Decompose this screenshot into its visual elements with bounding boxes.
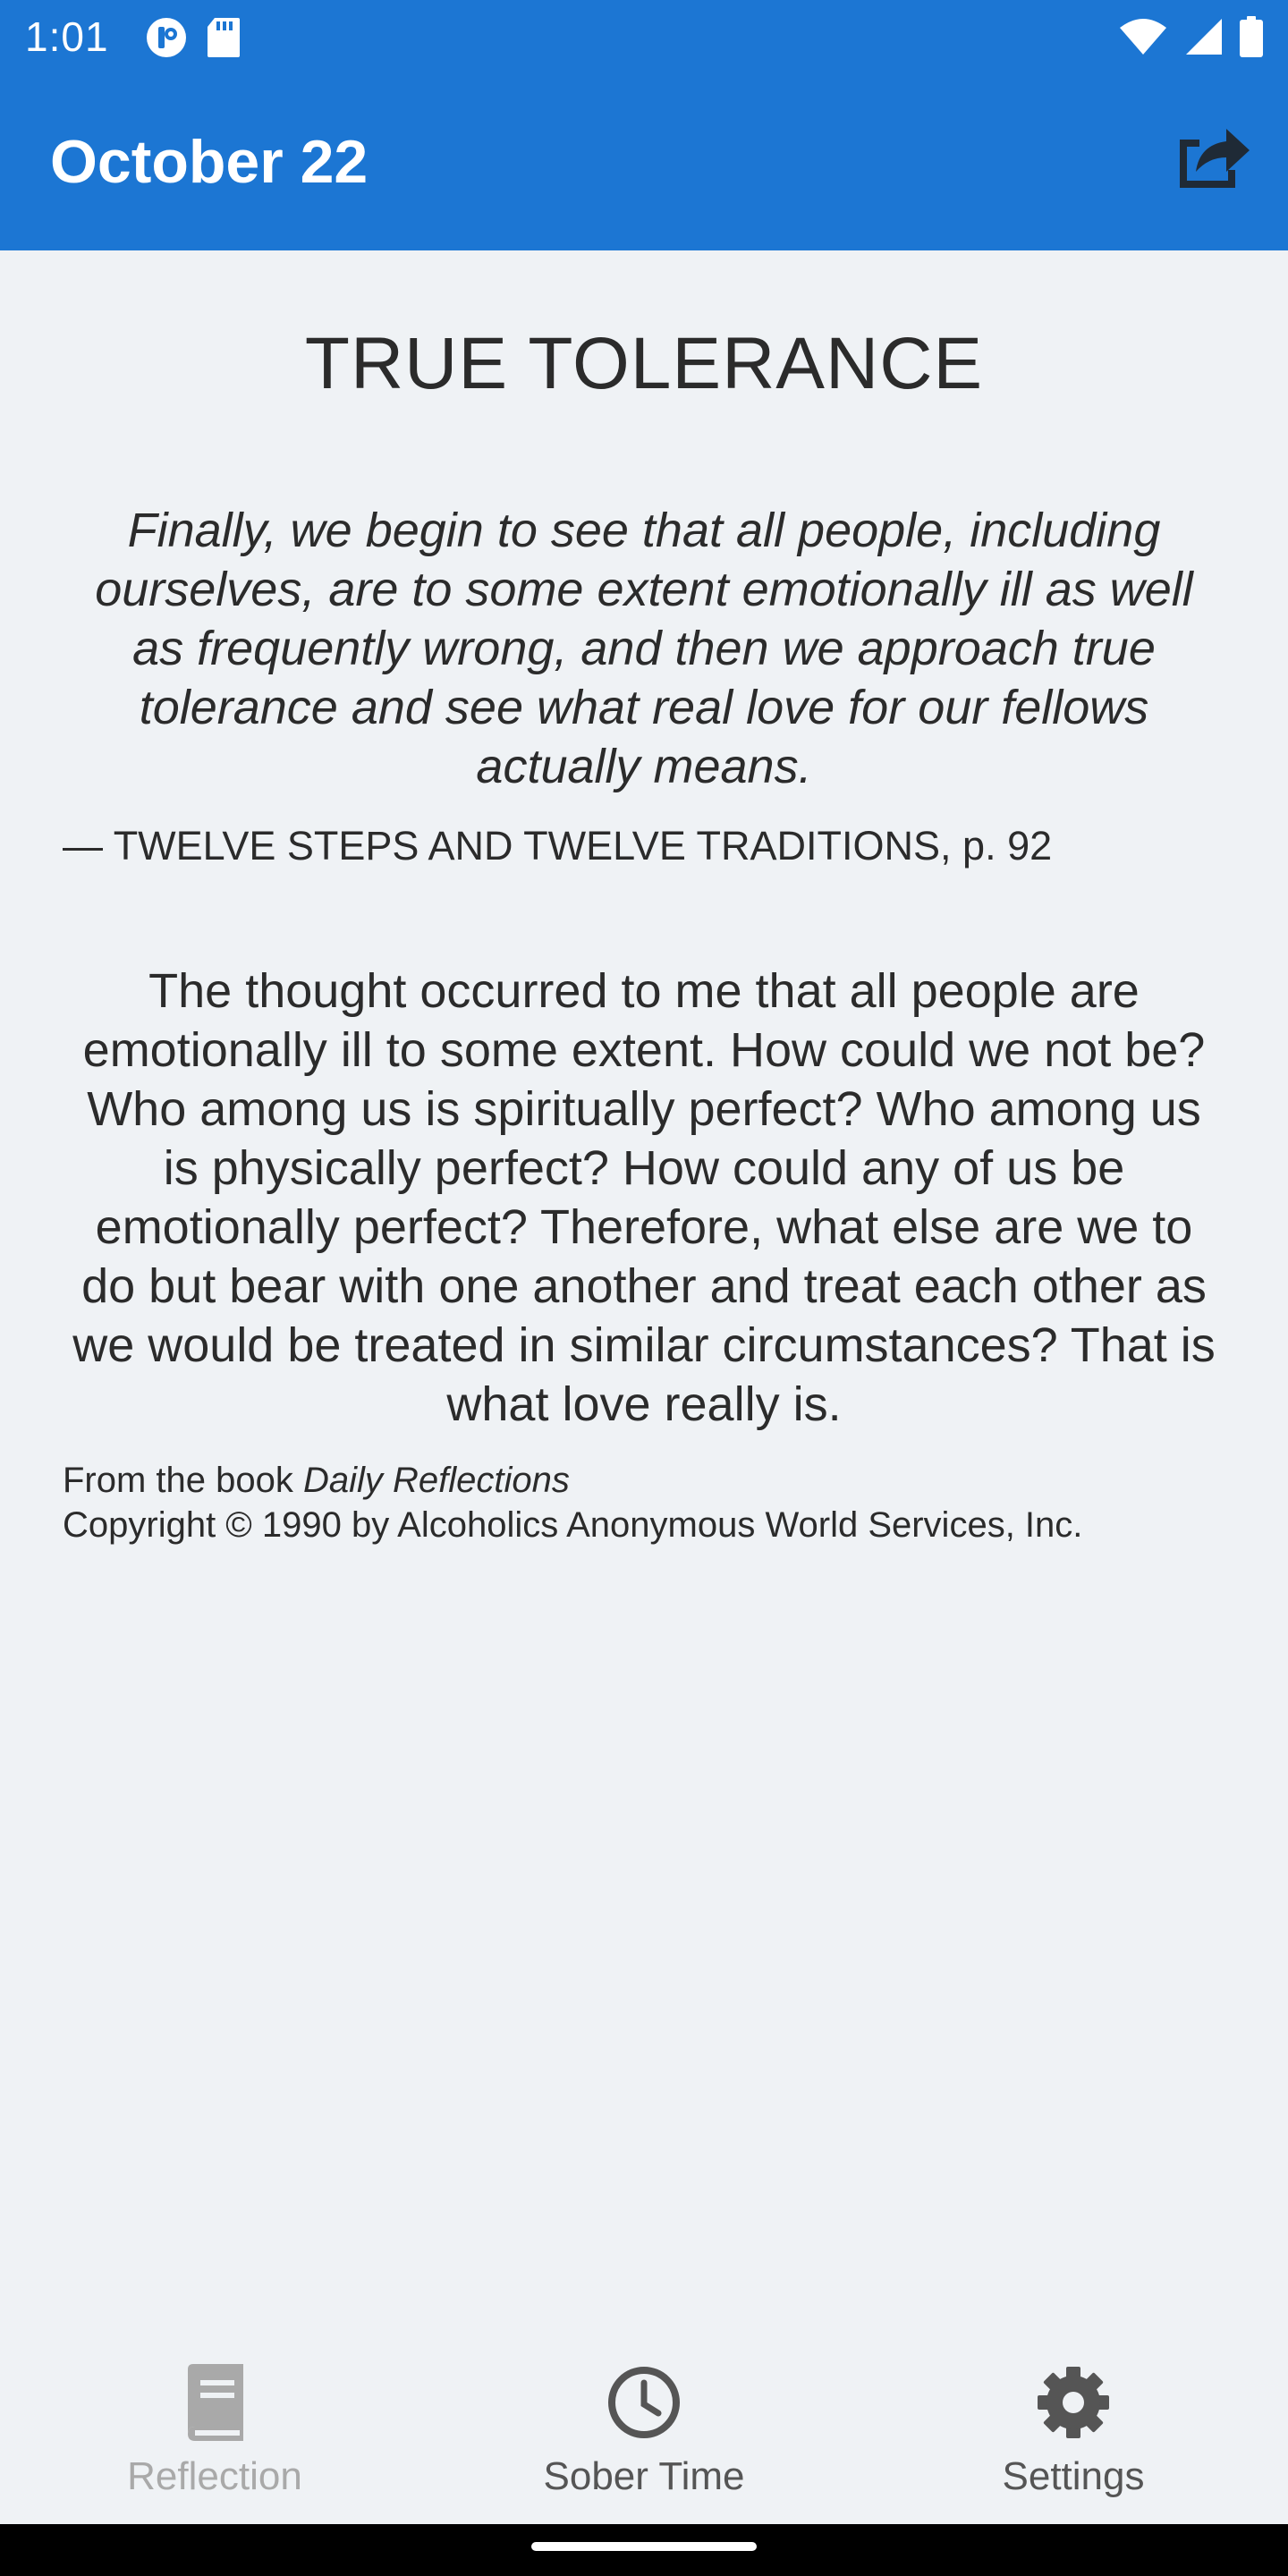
reflection-quote: Finally, we begin to see that all people… — [95, 504, 1193, 793]
app-bar: October 22 — [0, 72, 1288, 250]
nav-label-reflection: Reflection — [127, 2454, 302, 2498]
status-right-icons — [1118, 16, 1263, 62]
share-icon — [1173, 122, 1253, 198]
clock-icon — [606, 2365, 682, 2445]
quote-source: — TWELVE STEPS AND TWELVE TRADITIONS, p.… — [63, 823, 1053, 869]
nav-item-settings[interactable]: Settings — [859, 2361, 1288, 2513]
bottom-nav: Reflection Sober Time Settings — [0, 2326, 1288, 2522]
signal-icon — [1184, 17, 1224, 61]
notification-app-icon — [145, 16, 188, 64]
share-button[interactable] — [1170, 116, 1256, 202]
nav-label-sober-time: Sober Time — [543, 2454, 745, 2498]
reflection-title: TRUE TOLERANCE — [304, 323, 984, 404]
sd-card-icon — [206, 16, 242, 64]
home-gesture-handle[interactable] — [531, 2542, 757, 2551]
status-left-icons — [145, 16, 242, 64]
from-prefix: From the book — [63, 1461, 304, 1500]
book-attribution: From the book Daily Reflections — [63, 1458, 1243, 1503]
reflection-body: The thought occurred to me that all peop… — [72, 964, 1216, 1431]
wifi-icon — [1118, 17, 1168, 61]
nav-item-reflection[interactable]: Reflection — [0, 2361, 429, 2513]
status-bar: 1:01 — [0, 0, 1288, 72]
gesture-navigation-bar — [0, 2524, 1288, 2576]
nav-item-sober-time[interactable]: Sober Time — [429, 2361, 859, 2513]
battery-icon — [1240, 16, 1263, 62]
gear-icon — [1036, 2365, 1111, 2445]
book-icon — [179, 2363, 250, 2445]
copyright-text: Copyright © 1990 by Alcoholics Anonymous… — [63, 1505, 1083, 1545]
attribution: From the book Daily Reflections Copyrigh… — [63, 1458, 1243, 1547]
book-title: Daily Reflections — [303, 1461, 570, 1500]
status-time: 1:01 — [25, 13, 109, 60]
app-title: October 22 — [50, 128, 369, 196]
nav-label-settings: Settings — [1002, 2454, 1145, 2498]
